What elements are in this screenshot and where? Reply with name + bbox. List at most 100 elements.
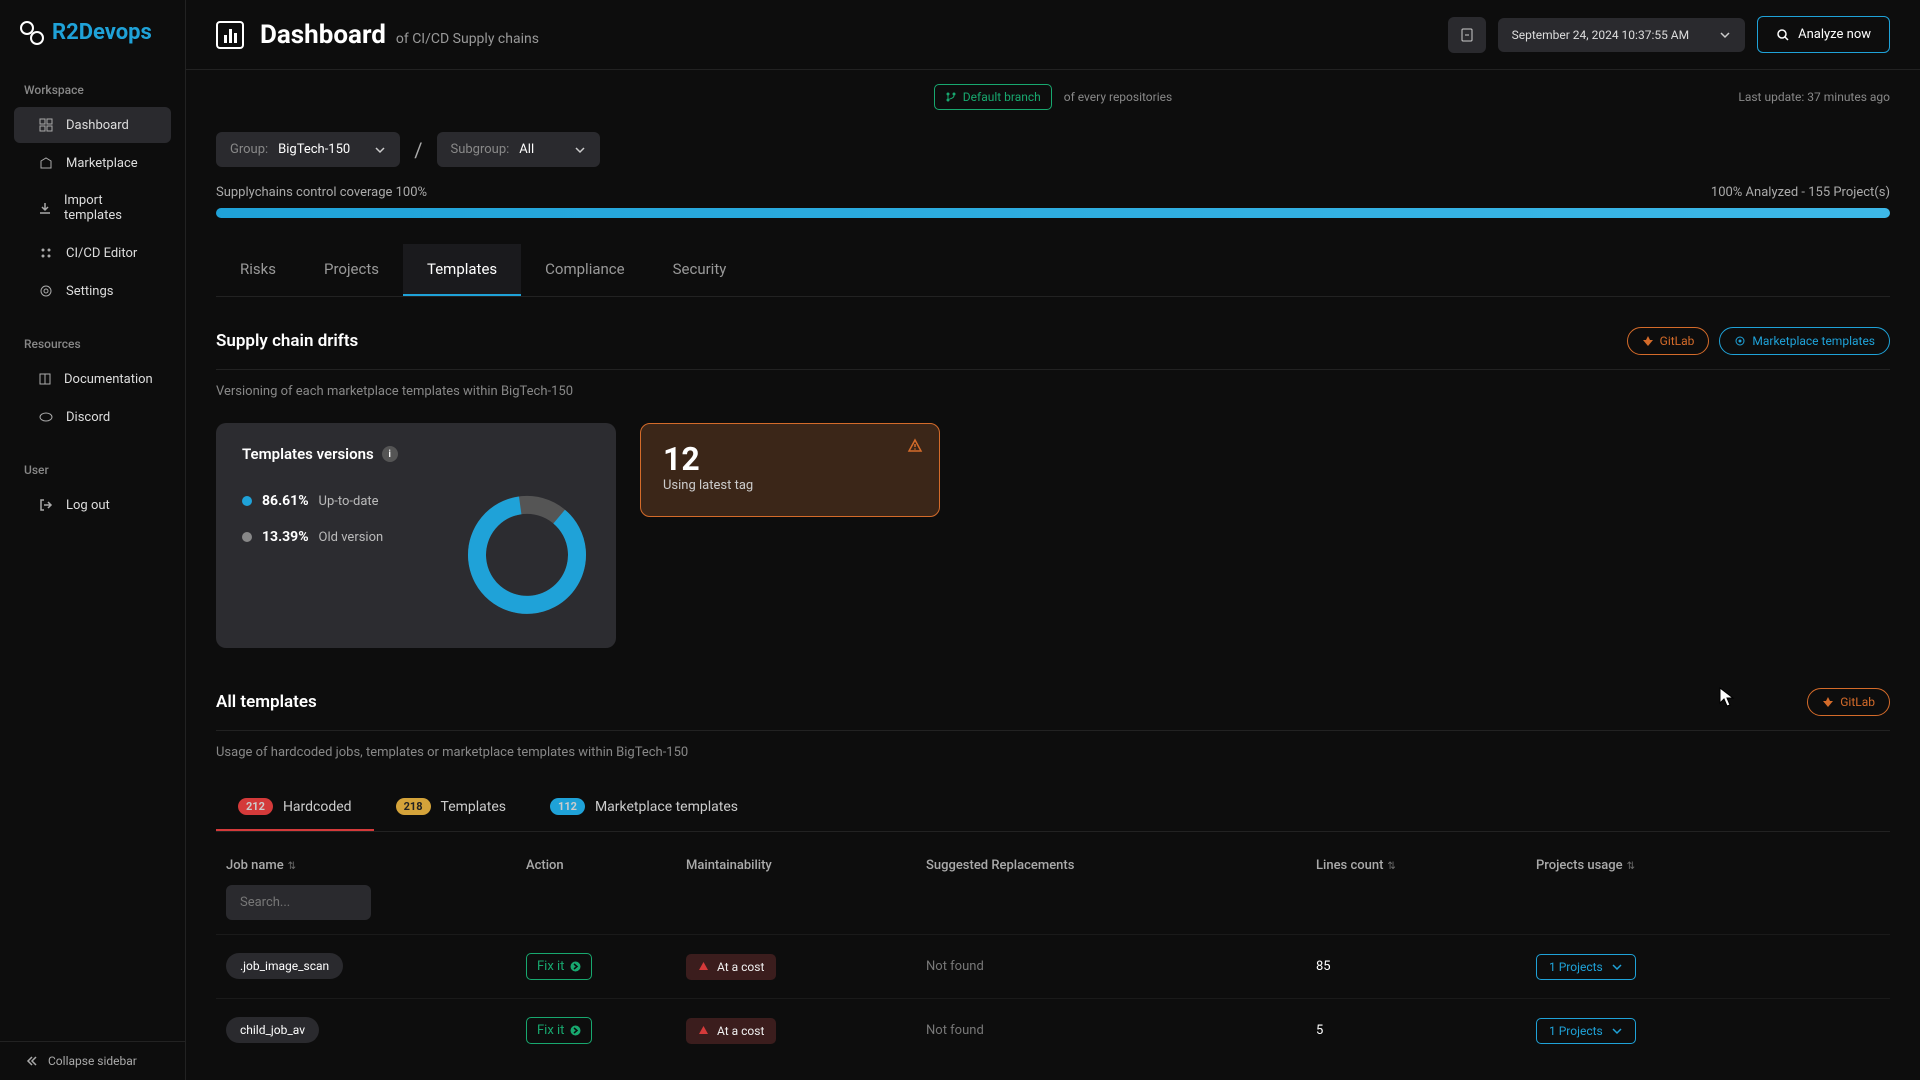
latest-tag-card[interactable]: 12 Using latest tag <box>640 423 940 517</box>
branch-icon <box>945 91 957 103</box>
subgroup-select[interactable]: Subgroup: All <box>437 132 601 167</box>
nav-marketplace-label: Marketplace <box>66 156 138 171</box>
col-lines[interactable]: Lines count⇅ <box>1316 858 1536 873</box>
nav-marketplace[interactable]: Marketplace <box>14 145 171 181</box>
nav-dashboard-label: Dashboard <box>66 118 129 133</box>
date-value: September 24, 2024 10:37:55 AM <box>1512 28 1690 42</box>
nav-editor-label: CI/CD Editor <box>66 246 137 261</box>
fix-button[interactable]: Fix it <box>526 1017 592 1044</box>
nav-settings[interactable]: Settings <box>14 273 171 309</box>
page-title: Dashboard <box>260 20 386 50</box>
chevron-down-icon <box>1719 29 1731 41</box>
marketplace-small-icon <box>1734 335 1746 347</box>
sidebar: R2Devops Workspace Dashboard Marketplace… <box>0 0 186 1080</box>
all-templates-title: All templates <box>216 692 317 712</box>
uptodate-pct: 86.61% <box>262 493 309 509</box>
sort-icon: ⇅ <box>288 861 296 872</box>
tab-templates[interactable]: Templates <box>403 244 521 296</box>
gitlab-label-2: GitLab <box>1840 695 1875 709</box>
gitlab-icon <box>1642 335 1654 347</box>
col-suggested: Suggested Replacements <box>926 858 1316 873</box>
coverage-fill <box>216 208 1890 218</box>
drifts-title: Supply chain drifts <box>216 331 358 351</box>
marketplace-count: 112 <box>550 798 585 815</box>
chevron-down-icon <box>574 144 586 156</box>
group-select[interactable]: Group: BigTech-150 <box>216 132 400 167</box>
date-picker[interactable]: September 24, 2024 10:37:55 AM <box>1498 18 1746 52</box>
hardcoded-label: Hardcoded <box>283 799 352 815</box>
subtab-marketplace[interactable]: 112 Marketplace templates <box>528 784 760 831</box>
last-update: Last update: 37 minutes ago <box>1738 90 1890 104</box>
gear-icon <box>38 283 54 299</box>
analyze-button[interactable]: Analyze now <box>1757 16 1890 53</box>
marketplace-sub-label: Marketplace templates <box>595 799 738 815</box>
projects-chip[interactable]: 1 Projects <box>1536 954 1636 980</box>
all-templates-desc: Usage of hardcoded jobs, templates or ma… <box>216 745 1890 760</box>
col-maintainability: Maintainability <box>686 858 926 873</box>
marketplace-icon <box>38 155 54 171</box>
tab-compliance[interactable]: Compliance <box>521 244 648 296</box>
chevron-down-icon <box>1611 1025 1623 1037</box>
table-row: .job_image_scan Fix it At a cost Not fou… <box>216 934 1890 998</box>
coverage-progress <box>216 208 1890 218</box>
logout-icon <box>38 497 54 513</box>
marketplace-badge[interactable]: Marketplace templates <box>1719 327 1890 355</box>
fix-button[interactable]: Fix it <box>526 953 592 980</box>
versions-card: Templates versions i 86.61% Up-to-date <box>216 423 616 648</box>
arrow-icon <box>570 961 581 972</box>
gitlab-badge[interactable]: GitLab <box>1627 327 1710 355</box>
subtab-hardcoded[interactable]: 212 Hardcoded <box>216 784 374 831</box>
legend-old: 13.39% Old version <box>242 529 398 545</box>
table-header: Job name⇅ Action Maintainability Suggest… <box>216 840 1890 885</box>
nav-header-user: User <box>0 453 185 485</box>
latest-count: 12 <box>663 440 917 478</box>
page-subtitle: of CI/CD Supply chains <box>396 31 539 47</box>
subgroup-value: All <box>519 142 534 157</box>
nav-logout[interactable]: Log out <box>14 487 171 523</box>
tab-projects[interactable]: Projects <box>300 244 403 296</box>
lines-value: 85 <box>1316 959 1331 974</box>
hardcoded-count: 212 <box>238 798 273 815</box>
logo[interactable]: R2Devops <box>0 12 185 65</box>
nav-import[interactable]: Import templates <box>14 183 171 233</box>
col-projects[interactable]: Projects usage⇅ <box>1536 858 1880 873</box>
editor-icon <box>38 245 54 261</box>
tab-risks[interactable]: Risks <box>216 244 300 296</box>
subtab-templates[interactable]: 218 Templates <box>374 784 528 831</box>
old-lbl: Old version <box>319 530 384 545</box>
info-icon[interactable]: i <box>382 446 398 462</box>
chevron-down-icon <box>1611 961 1623 973</box>
cost-chip: At a cost <box>686 954 776 980</box>
sort-icon: ⇅ <box>1627 861 1635 872</box>
nav-header-workspace: Workspace <box>0 73 185 105</box>
job-chip[interactable]: .job_image_scan <box>226 953 343 979</box>
nav-editor[interactable]: CI/CD Editor <box>14 235 171 271</box>
cost-chip: At a cost <box>686 1018 776 1044</box>
branch-sub: of every repositories <box>1064 90 1172 104</box>
chevron-down-icon <box>374 144 386 156</box>
branch-chip[interactable]: Default branch <box>934 84 1052 110</box>
collapse-sidebar[interactable]: Collapse sidebar <box>0 1041 185 1080</box>
templates-label: Templates <box>441 799 507 815</box>
coverage-right: 100% Analyzed - 155 Project(s) <box>1711 185 1890 200</box>
legend-uptodate: 86.61% Up-to-date <box>242 493 398 509</box>
nav-documentation[interactable]: Documentation <box>14 361 171 397</box>
nav-dashboard[interactable]: Dashboard <box>14 107 171 143</box>
nav-logout-label: Log out <box>66 498 110 513</box>
notes-button[interactable] <box>1448 17 1486 53</box>
tab-security[interactable]: Security <box>649 244 751 296</box>
notes-icon <box>1459 27 1475 43</box>
col-job-name[interactable]: Job name⇅ <box>226 858 526 873</box>
gitlab-label: GitLab <box>1660 334 1695 348</box>
search-icon <box>1776 28 1790 42</box>
nav-discord[interactable]: Discord <box>14 399 171 435</box>
gitlab-badge-2[interactable]: GitLab <box>1807 688 1890 716</box>
collapse-label: Collapse sidebar <box>48 1054 137 1068</box>
group-value: BigTech-150 <box>278 142 350 157</box>
collapse-icon <box>24 1054 38 1068</box>
job-chip[interactable]: child_job_av <box>226 1017 319 1043</box>
col-action: Action <box>526 858 686 873</box>
projects-chip[interactable]: 1 Projects <box>1536 1018 1636 1044</box>
brand-name: R2Devops <box>52 20 152 45</box>
job-search-input[interactable] <box>226 885 371 920</box>
